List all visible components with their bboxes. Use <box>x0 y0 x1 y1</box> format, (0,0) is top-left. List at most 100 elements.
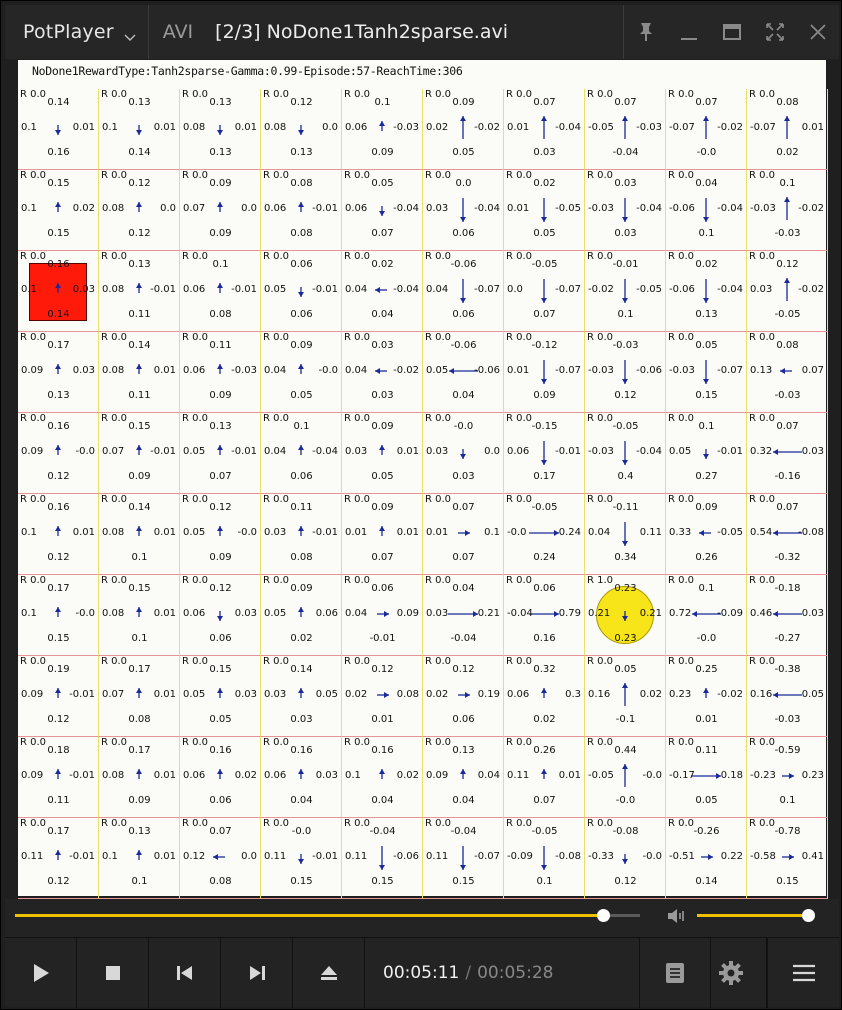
value-right: -0.0 <box>642 851 662 862</box>
value-up: 0.04 <box>695 178 718 189</box>
value-up: 0.11 <box>695 745 718 756</box>
value-right: -0.01 <box>312 851 338 862</box>
value-up: 0.02 <box>533 178 556 189</box>
value-right: 0.22 <box>720 851 743 862</box>
value-up: 0.05 <box>695 340 718 351</box>
eject-button[interactable] <box>293 938 365 1008</box>
menu-icon <box>792 964 815 982</box>
value-down: 0.09 <box>371 147 394 158</box>
value-left: 0.33 <box>669 527 692 538</box>
value-right: 0.01 <box>153 608 176 619</box>
grid-cell: R 0.0 0.11 -0.17 0.18 0.05 <box>666 737 747 818</box>
value-left: 0.09 <box>21 365 44 376</box>
value-left: 0.12 <box>183 851 206 862</box>
value-right: 0.02 <box>639 689 662 700</box>
value-left: 0.04 <box>426 284 449 295</box>
pin-button[interactable] <box>624 5 667 59</box>
title-bar: PotPlayer AVI [2/3] NoDone1Tanh2sparse.a… <box>5 5 839 59</box>
grid-cell: R 0.0 -0.06 0.04 -0.07 0.06 <box>423 251 504 332</box>
grid-cell: R 0.0 0.07 0.54 -0.08 -0.32 <box>747 494 828 575</box>
grid-cell: R 0.0 0.12 0.08 0.0 0.13 <box>261 89 342 170</box>
volume-slider[interactable] <box>697 914 809 917</box>
time-display: 00:05:11/00:05:28 <box>383 963 553 983</box>
value-up: 0.03 <box>371 340 394 351</box>
value-right: -0.01 <box>150 446 176 457</box>
grid-cell: R 0.0 0.14 0.03 0.05 0.03 <box>261 656 342 737</box>
previous-button[interactable] <box>149 938 221 1008</box>
next-icon <box>249 966 265 980</box>
seek-progress <box>15 914 603 917</box>
value-up: 0.23 <box>614 583 637 594</box>
value-down: 0.06 <box>452 309 475 320</box>
value-up: 0.06 <box>290 259 313 270</box>
video-frame[interactable]: NoDone1RewardType:Tanh2sparse-Gamma:0.99… <box>18 60 828 899</box>
grid-cell: R 0.0 -0.59 -0.23 0.23 0.1 <box>747 737 828 818</box>
chevron-down-icon[interactable] <box>124 27 136 41</box>
value-right: 0.79 <box>558 608 581 619</box>
value-down: 0.06 <box>290 309 313 320</box>
grid-cell: R 0.0 0.09 0.07 0.0 0.09 <box>180 170 261 251</box>
value-left: 0.11 <box>345 851 368 862</box>
value-up: 0.09 <box>290 583 313 594</box>
value-down: 0.07 <box>533 795 556 806</box>
stop-button[interactable] <box>77 938 149 1008</box>
value-up: -0.04 <box>369 826 396 837</box>
value-right: 0.01 <box>396 527 419 538</box>
value-up: 0.06 <box>533 583 556 594</box>
value-left: 0.07 <box>183 203 206 214</box>
grid-cell: R 0.0 0.1 -0.03 -0.02 -0.03 <box>747 170 828 251</box>
value-down: 0.1 <box>131 633 148 644</box>
value-left: 0.08 <box>102 527 125 538</box>
maximize-button[interactable] <box>710 5 753 59</box>
grid-cell: R 0.0 0.12 0.08 0.0 0.12 <box>99 170 180 251</box>
value-down: 0.03 <box>290 714 313 725</box>
value-down: 0.12 <box>47 471 70 482</box>
value-up: -0.26 <box>693 826 720 837</box>
value-left: 0.08 <box>102 770 125 781</box>
minimize-button[interactable] <box>667 5 710 59</box>
volume-button[interactable] <box>665 905 689 927</box>
value-left: 0.03 <box>426 446 449 457</box>
next-button[interactable] <box>221 938 293 1008</box>
grid-cell: R 0.0 0.12 0.02 0.08 0.01 <box>342 656 423 737</box>
value-up: 0.15 <box>128 583 151 594</box>
value-right: 0.18 <box>720 770 743 781</box>
grid-cell: R 0.0 -0.0 0.03 0.0 0.03 <box>423 413 504 494</box>
value-down: 0.08 <box>290 228 313 239</box>
grid-cell: R 0.0 0.1 0.06 -0.03 0.09 <box>342 89 423 170</box>
grid-cell: R 0.0 0.03 -0.03 -0.04 0.03 <box>585 170 666 251</box>
value-left: -0.17 <box>669 770 695 781</box>
value-down: 0.06 <box>209 795 232 806</box>
value-right: -0.07 <box>474 284 500 295</box>
value-up: 0.32 <box>533 664 556 675</box>
app-menu-button[interactable]: PotPlayer <box>23 21 114 43</box>
value-left: 0.05 <box>183 689 206 700</box>
seek-bar[interactable] <box>15 914 640 917</box>
close-button[interactable] <box>796 5 839 59</box>
close-icon <box>809 24 826 40</box>
value-up: 0.17 <box>128 745 151 756</box>
grid-cell: R 0.0 0.06 -0.04 0.79 0.16 <box>504 575 585 656</box>
value-down: 0.04 <box>452 795 475 806</box>
value-left: -0.33 <box>588 851 614 862</box>
value-right: 0.01 <box>153 365 176 376</box>
value-left: -0.07 <box>669 122 695 133</box>
volume-handle[interactable] <box>801 909 815 922</box>
value-down: 0.03 <box>371 390 394 401</box>
value-left: 0.05 <box>669 446 692 457</box>
value-left: 0.1 <box>102 122 118 133</box>
value-left: 0.1 <box>21 608 37 619</box>
value-left: 0.11 <box>426 851 449 862</box>
play-button[interactable] <box>5 938 77 1008</box>
value-up: 0.09 <box>695 502 718 513</box>
seek-handle[interactable] <box>596 909 610 922</box>
value-down: 0.15 <box>47 228 70 239</box>
value-left: 0.16 <box>588 689 611 700</box>
value-right: 0.01 <box>558 770 581 781</box>
grid-cell: R 0.0 0.02 0.04 -0.04 0.04 <box>342 251 423 332</box>
main-menu-button[interactable] <box>767 938 839 1008</box>
fullscreen-button[interactable] <box>753 5 796 59</box>
grid-cell: R 0.0 0.17 0.11 -0.01 0.12 <box>18 818 99 899</box>
settings-button[interactable] <box>695 938 767 1008</box>
grid-cell: R 0.0 0.04 0.03 0.21 -0.04 <box>423 575 504 656</box>
